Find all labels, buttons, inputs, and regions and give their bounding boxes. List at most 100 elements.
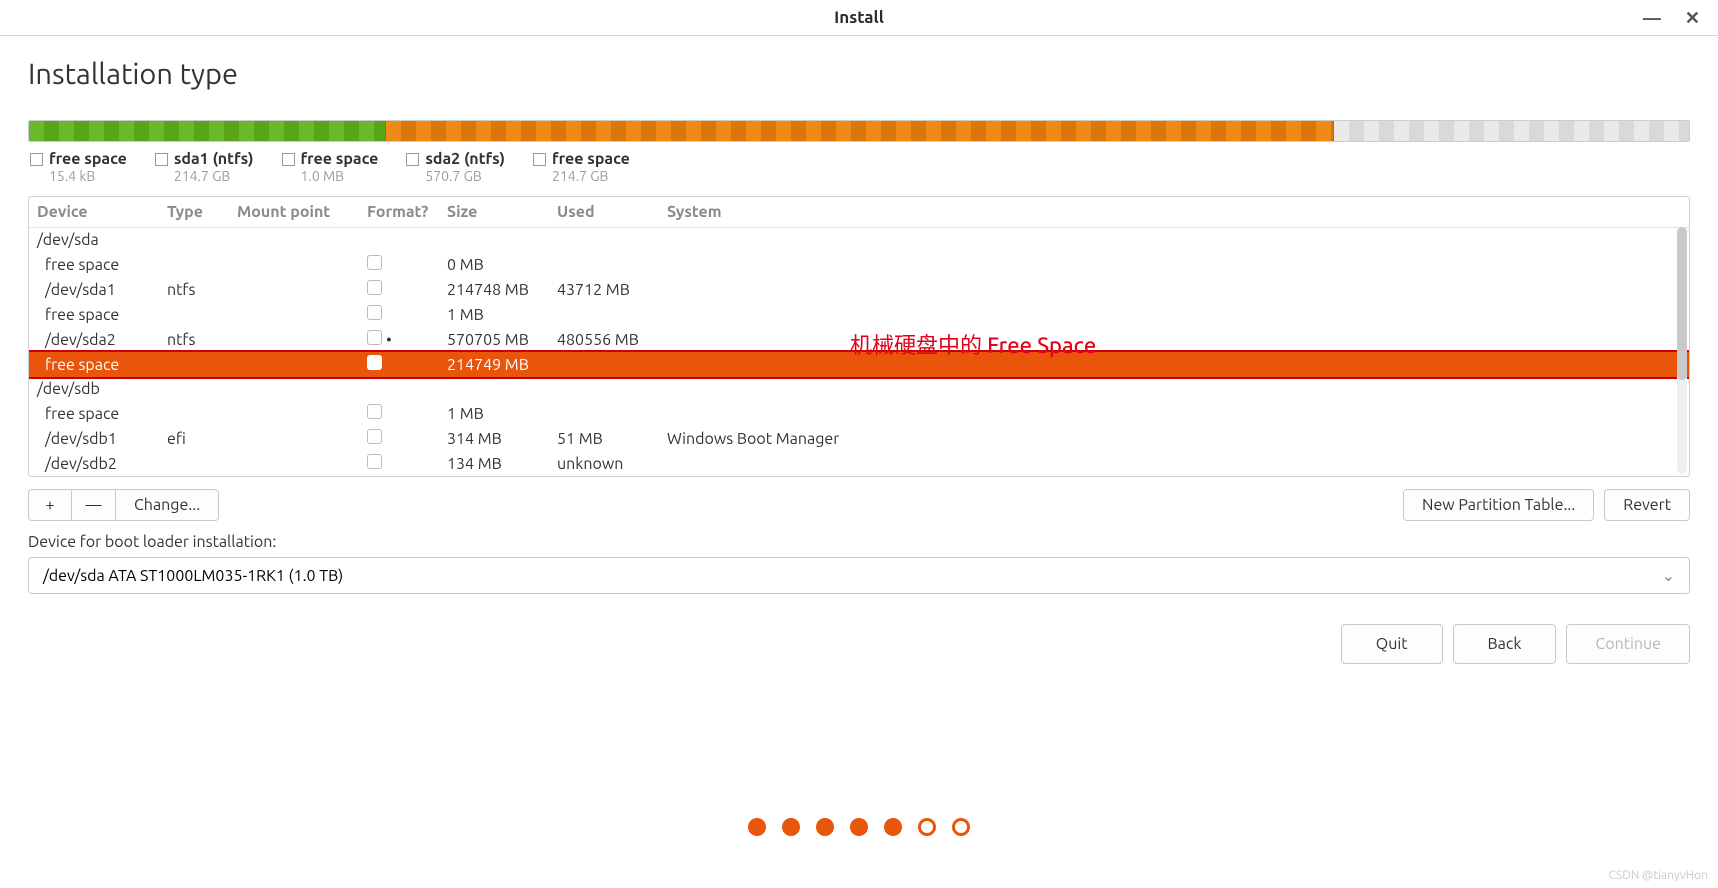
used-cell: 51 MB bbox=[549, 426, 659, 451]
pager-dot[interactable] bbox=[884, 818, 902, 836]
system-cell bbox=[659, 327, 1689, 352]
partition-row[interactable]: /dev/sda1ntfs 214748 MB43712 MB bbox=[29, 277, 1689, 302]
format-checkbox[interactable] bbox=[367, 454, 382, 469]
usage-segment bbox=[29, 121, 386, 141]
mount-cell bbox=[229, 451, 359, 476]
legend-item: free space15.4 kB bbox=[30, 150, 127, 184]
device-cell: /dev/sdb1 bbox=[29, 426, 159, 451]
used-cell: 480556 MB bbox=[549, 327, 659, 352]
format-checkbox[interactable] bbox=[367, 404, 382, 419]
size-cell: 1 MB bbox=[439, 401, 549, 426]
system-cell bbox=[659, 401, 1689, 426]
pager-dot[interactable] bbox=[850, 818, 868, 836]
format-checkbox[interactable] bbox=[367, 429, 382, 444]
format-cell bbox=[359, 252, 439, 277]
legend-item: sda2 (ntfs)570.7 GB bbox=[406, 150, 505, 184]
partition-edit-group: + — Change... bbox=[28, 489, 219, 521]
partition-row[interactable]: free space1 MB bbox=[29, 302, 1689, 327]
pager-dot[interactable] bbox=[816, 818, 834, 836]
quit-button[interactable]: Quit bbox=[1341, 624, 1443, 664]
partition-row[interactable]: /dev/sdb1efi314 MB51 MBWindows Boot Mana… bbox=[29, 426, 1689, 451]
size-cell: 134 MB bbox=[439, 451, 549, 476]
size-cell: 0 MB bbox=[439, 252, 549, 277]
scrollbar-thumb[interactable] bbox=[1677, 227, 1687, 380]
continue-button[interactable]: Continue bbox=[1566, 624, 1690, 664]
partition-row[interactable]: free space0 MB bbox=[29, 252, 1689, 277]
legend-swatch bbox=[533, 153, 546, 166]
type-cell bbox=[159, 401, 229, 426]
format-checkbox[interactable] bbox=[367, 305, 382, 320]
device-cell: /dev/sda1 bbox=[29, 277, 159, 302]
size-cell: 214748 MB bbox=[439, 277, 549, 302]
add-button[interactable]: + bbox=[28, 489, 72, 521]
type-cell: ntfs bbox=[159, 277, 229, 302]
back-button[interactable]: Back bbox=[1453, 624, 1557, 664]
mount-cell bbox=[229, 327, 359, 352]
minimize-icon[interactable]: — bbox=[1643, 8, 1661, 29]
pager-dot[interactable] bbox=[952, 818, 970, 836]
legend-size: 1.0 MB bbox=[282, 168, 379, 184]
legend-item: sda1 (ntfs)214.7 GB bbox=[155, 150, 254, 184]
table-header-row: Device Type Mount point Format? Size Use… bbox=[29, 197, 1689, 228]
format-cell bbox=[359, 451, 439, 476]
col-system: System bbox=[659, 197, 1689, 228]
pager-dots bbox=[0, 818, 1718, 836]
system-cell bbox=[659, 451, 1689, 476]
type-cell bbox=[159, 252, 229, 277]
col-used: Used bbox=[549, 197, 659, 228]
legend-size: 15.4 kB bbox=[30, 168, 127, 184]
type-cell bbox=[159, 451, 229, 476]
partition-row[interactable]: /dev/sdb2134 MBunknown bbox=[29, 451, 1689, 476]
format-checkbox[interactable] bbox=[367, 255, 382, 270]
legend-item: free space1.0 MB bbox=[282, 150, 379, 184]
watermark: CSDN @tianyvHon bbox=[1608, 869, 1708, 882]
disk-row[interactable]: /dev/sdb bbox=[29, 377, 1689, 401]
legend-swatch bbox=[155, 153, 168, 166]
mount-cell bbox=[229, 426, 359, 451]
legend-item: free space214.7 GB bbox=[533, 150, 630, 184]
usage-segment bbox=[386, 121, 1334, 141]
format-cell bbox=[359, 327, 439, 352]
device-cell: free space bbox=[29, 352, 159, 377]
partition-row[interactable]: free space 1 MB bbox=[29, 401, 1689, 426]
format-checkbox[interactable] bbox=[367, 355, 382, 370]
used-cell: 43712 MB bbox=[549, 277, 659, 302]
legend-size: 214.7 GB bbox=[155, 168, 254, 184]
device-cell: free space bbox=[29, 401, 159, 426]
boot-loader-select[interactable]: /dev/sda ATA ST1000LM035-1RK1 (1.0 TB) ⌄ bbox=[28, 557, 1690, 594]
size-cell: 1 MB bbox=[439, 302, 549, 327]
system-cell bbox=[659, 302, 1689, 327]
system-cell bbox=[659, 277, 1689, 302]
annotation-text: 机械硬盘中的 Free Space bbox=[850, 328, 1096, 360]
used-cell bbox=[549, 302, 659, 327]
used-cell bbox=[549, 401, 659, 426]
pager-dot[interactable] bbox=[782, 818, 800, 836]
revert-button[interactable]: Revert bbox=[1604, 489, 1690, 521]
pager-dot[interactable] bbox=[748, 818, 766, 836]
legend-swatch bbox=[30, 153, 43, 166]
mount-cell bbox=[229, 352, 359, 377]
device-cell: /dev/sda bbox=[29, 228, 1689, 253]
type-cell: efi bbox=[159, 426, 229, 451]
legend-name: sda2 (ntfs) bbox=[425, 150, 505, 168]
system-cell: Windows Boot Manager bbox=[659, 426, 1689, 451]
type-cell bbox=[159, 352, 229, 377]
mount-cell bbox=[229, 302, 359, 327]
pager-dot[interactable] bbox=[918, 818, 936, 836]
used-cell bbox=[549, 352, 659, 377]
change-button[interactable]: Change... bbox=[116, 489, 219, 521]
legend-swatch bbox=[282, 153, 295, 166]
system-cell bbox=[659, 252, 1689, 277]
legend-name: sda1 (ntfs) bbox=[174, 150, 254, 168]
type-cell: ntfs bbox=[159, 327, 229, 352]
disk-row[interactable]: /dev/sda bbox=[29, 228, 1689, 253]
col-type: Type bbox=[159, 197, 229, 228]
new-partition-table-button[interactable]: New Partition Table... bbox=[1403, 489, 1594, 521]
scrollbar[interactable] bbox=[1677, 227, 1687, 474]
close-icon[interactable]: ✕ bbox=[1685, 8, 1700, 29]
format-checkbox[interactable] bbox=[367, 280, 382, 295]
format-checkbox[interactable] bbox=[367, 330, 382, 345]
remove-button[interactable]: — bbox=[72, 489, 116, 521]
device-cell: /dev/sda2 bbox=[29, 327, 159, 352]
disk-usage-legend: free space15.4 kB sda1 (ntfs)214.7 GB free… bbox=[28, 148, 1690, 196]
